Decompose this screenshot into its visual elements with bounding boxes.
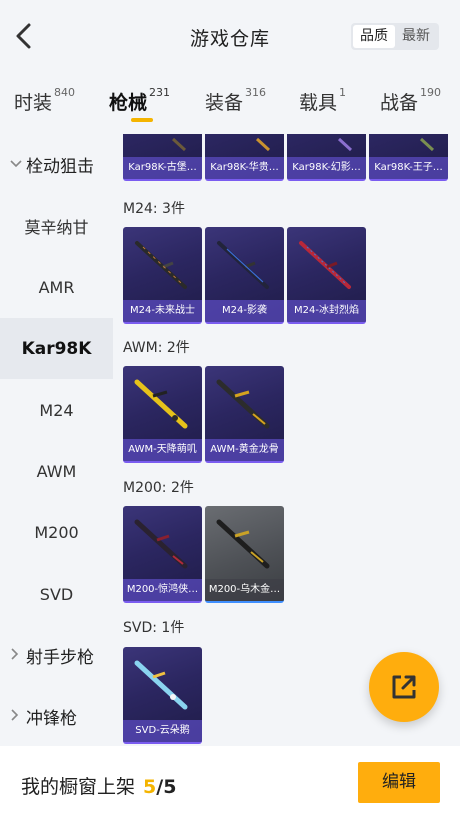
category-tabs: 时装 840 枪械 231 装备 316 载具 1 战备 190: [0, 80, 460, 126]
sidebar-item-amr[interactable]: AMR: [0, 257, 113, 318]
weapon-name: Kar98K-幻影…: [287, 157, 366, 179]
header: 游戏仓库 品质 最新: [0, 0, 460, 72]
sort-quality-option[interactable]: 品质: [353, 25, 395, 48]
sidebar-item-awm[interactable]: AWM: [0, 441, 113, 502]
rifle-icon: [217, 241, 269, 289]
rifle-icon: [255, 137, 271, 152]
sidebar-item-mosin[interactable]: 莫辛纳甘: [0, 195, 113, 256]
tab-label: 枪械: [109, 92, 148, 114]
sidebar-item-label: 冲锋枪: [26, 709, 77, 729]
weapon-card[interactable]: Kar98K-古堡…: [123, 134, 202, 181]
weapon-card[interactable]: M200-乌木金…: [205, 506, 284, 603]
weapon-card[interactable]: M24-未来战士: [123, 227, 202, 324]
section-label-m200: M200: 2件: [123, 480, 194, 496]
tab-label: 载具: [299, 92, 338, 114]
rifle-icon: [134, 519, 188, 569]
weapon-card[interactable]: Kar98K-王子…: [369, 134, 448, 181]
tab-vehicles[interactable]: 载具 1: [299, 86, 347, 115]
tab-count: 190: [420, 86, 442, 99]
sidebar-item-label: Kar98K: [21, 338, 92, 359]
tab-equipment[interactable]: 装备 316: [205, 86, 267, 115]
weapon-card[interactable]: M200-惊鸿侠…: [123, 506, 202, 603]
tab-fashion[interactable]: 时装 840: [14, 86, 76, 115]
tab-count: 231: [149, 86, 171, 99]
tab-label: 战备: [380, 92, 419, 114]
chevron-right-icon: [10, 648, 24, 663]
tab-label: 装备: [205, 92, 244, 114]
rifle-icon: [171, 137, 187, 152]
rifle-icon: [337, 137, 353, 152]
rifle-icon: [134, 660, 188, 710]
rifle-icon: [134, 379, 188, 429]
weapon-category-sidebar: 栓动狙击 莫辛纳甘 AMR Kar98K M24 AWM M200 SVD 射手…: [0, 134, 113, 746]
section-label-m24: M24: 3件: [123, 201, 185, 217]
sort-toggle[interactable]: 品质 最新: [351, 23, 439, 50]
sidebar-item-label: AMR: [38, 278, 75, 297]
weapon-card[interactable]: M24-冰封烈焰: [287, 227, 366, 324]
chevron-down-icon: [10, 158, 24, 172]
weapon-card[interactable]: M24-影袭: [205, 227, 284, 324]
rifle-icon: [299, 241, 351, 289]
sort-latest-option[interactable]: 最新: [395, 25, 437, 48]
sidebar-item-label: 莫辛纳甘: [24, 217, 89, 237]
weapon-name: Kar98K-华贵…: [205, 157, 284, 179]
share-external-icon: [392, 675, 416, 699]
weapon-name: M200-乌木金…: [205, 579, 284, 601]
sidebar-group-smg[interactable]: 冲锋枪: [0, 686, 113, 747]
sidebar-item-label: 射手步枪: [26, 648, 94, 668]
tab-firearms[interactable]: 枪械 231: [109, 86, 171, 115]
weapon-name: M200-惊鸿侠…: [123, 579, 202, 601]
tab-label: 时装: [14, 92, 53, 114]
sidebar-item-m200[interactable]: M200: [0, 502, 113, 563]
sidebar-item-label: 栓动狙击: [26, 157, 94, 177]
showcase-total-count: /5: [156, 776, 177, 798]
rifle-icon: [216, 519, 270, 569]
weapon-name: Kar98K-王子…: [369, 157, 448, 179]
share-button[interactable]: [369, 652, 439, 722]
sidebar-item-m24[interactable]: M24: [0, 380, 113, 441]
edit-button[interactable]: 编辑: [358, 762, 440, 803]
sidebar-group-marksman[interactable]: 射手步枪: [0, 625, 113, 686]
chevron-right-icon: [10, 709, 24, 724]
weapon-card[interactable]: SVD-云朵鹅: [123, 647, 202, 744]
weapon-name: AWM-天降萌叽: [123, 439, 202, 461]
weapon-card[interactable]: Kar98K-华贵…: [205, 134, 284, 181]
tab-count: 316: [245, 86, 267, 99]
sidebar-item-label: M200: [34, 523, 79, 542]
sidebar-item-label: M24: [39, 401, 74, 420]
rifle-icon: [135, 241, 187, 289]
weapon-card[interactable]: AWM-天降萌叽: [123, 366, 202, 463]
weapon-name: M24-影袭: [205, 300, 284, 322]
section-label-svd: SVD: 1件: [123, 620, 185, 636]
weapon-card[interactable]: Kar98K-幻影…: [287, 134, 366, 181]
weapon-card[interactable]: AWM-黄金龙骨: [205, 366, 284, 463]
weapon-name: M24-未来战士: [123, 300, 202, 322]
sidebar-group-bolt-action[interactable]: 栓动狙击: [0, 134, 113, 195]
sidebar-item-kar98k[interactable]: Kar98K: [0, 318, 113, 379]
section-label-awm: AWM: 2件: [123, 340, 190, 356]
sidebar-item-svd[interactable]: SVD: [0, 564, 113, 625]
sidebar-item-label: AWM: [36, 462, 77, 481]
active-tab-indicator: [131, 118, 153, 122]
tab-count: 840: [54, 86, 76, 99]
tab-count: 1: [339, 86, 347, 99]
showcase-label: 我的橱窗上架: [21, 776, 136, 798]
bottom-bar: 我的橱窗上架 5/5 编辑: [0, 746, 460, 818]
weapon-name: SVD-云朵鹅: [123, 720, 202, 742]
tab-supplies[interactable]: 战备 190: [380, 86, 442, 115]
weapon-name: M24-冰封烈焰: [287, 300, 366, 322]
showcase-current-count: 5: [143, 776, 157, 798]
sidebar-item-label: SVD: [39, 585, 74, 604]
rifle-icon: [419, 137, 435, 152]
showcase-status: 我的橱窗上架 5/5: [21, 772, 176, 799]
weapon-name: AWM-黄金龙骨: [205, 439, 284, 461]
weapon-name: Kar98K-古堡…: [123, 157, 202, 179]
rifle-icon: [216, 379, 270, 429]
